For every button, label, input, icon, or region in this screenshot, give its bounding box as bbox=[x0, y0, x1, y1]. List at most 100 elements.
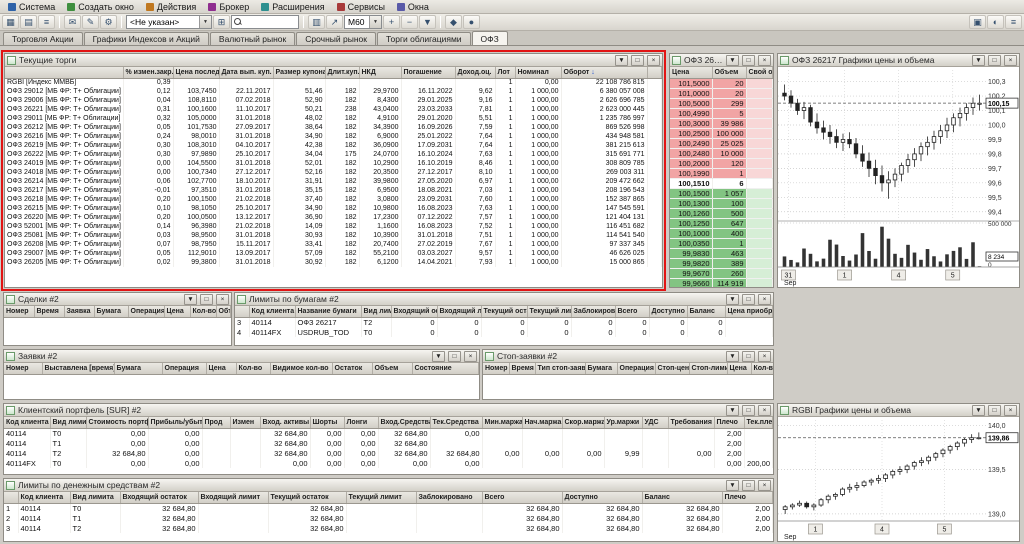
column-header[interactable]: Номинал bbox=[515, 67, 561, 78]
bid-row[interactable]: 100,1260500 bbox=[670, 208, 773, 218]
table-row[interactable]: ОФЗ 26215 [МБ ФР: Т+ Облигации]0,1098,10… bbox=[5, 204, 662, 213]
ask-row[interactable]: 100,2500100 000 bbox=[670, 128, 773, 138]
column-header[interactable]: Текущий лимит bbox=[346, 492, 416, 503]
table-row[interactable]: ОФЗ 25081 [МБ ФР: Т+ Облигации]0,0398,95… bbox=[5, 231, 662, 240]
column-header[interactable]: Видимое кол-во bbox=[270, 363, 332, 374]
column-header[interactable]: % измен.закр. bbox=[123, 67, 173, 78]
layout-icon[interactable]: ▣ bbox=[969, 15, 986, 29]
chart-icon[interactable]: ▥ bbox=[308, 15, 325, 29]
tab-ОФЗ[interactable]: ОФЗ bbox=[472, 31, 508, 45]
column-header[interactable]: Дата вып. куп. bbox=[219, 67, 273, 78]
column-header[interactable]: УДС bbox=[642, 417, 668, 428]
column-header[interactable]: Цена приобретения bbox=[725, 306, 773, 317]
column-header[interactable]: Цена послед. bbox=[173, 67, 219, 78]
column-header[interactable]: Бумага bbox=[114, 363, 162, 374]
column-header[interactable]: Вид лимита bbox=[70, 492, 120, 503]
ask-row[interactable]: 100,248010 000 bbox=[670, 148, 773, 158]
more-icon[interactable]: ≡ bbox=[1005, 15, 1022, 29]
column-header[interactable]: Кол-во bbox=[236, 363, 270, 374]
table-row[interactable]: ОФЗ 26217 [МБ ФР: Т+ Облигации]-0,0197,3… bbox=[5, 186, 662, 195]
column-header[interactable]: Лонги bbox=[344, 417, 378, 428]
column-header[interactable]: Прибыль/убытки bbox=[148, 417, 202, 428]
close-button[interactable]: × bbox=[758, 294, 771, 305]
table-row[interactable]: ОФЗ 26208 [МБ ФР: Т+ Облигации]0,0798,79… bbox=[5, 240, 662, 249]
column-header[interactable]: Бумага bbox=[94, 306, 128, 317]
rgbi-price-chart[interactable]: 140,0139,5139,0139,86145Sep bbox=[778, 417, 1019, 541]
bid-row[interactable]: 100,1300100 bbox=[670, 198, 773, 208]
maximize-button[interactable]: □ bbox=[742, 480, 755, 491]
column-header[interactable]: Остаток bbox=[332, 363, 372, 374]
column-header[interactable]: Длит.куп. bbox=[325, 67, 359, 78]
menu-item-2[interactable]: Создать окно bbox=[61, 0, 140, 13]
maximize-button[interactable]: □ bbox=[742, 294, 755, 305]
column-header[interactable]: Объем bbox=[712, 67, 746, 78]
table-row[interactable]: 40114FXT00,000,000,000,000,000,000,000,0… bbox=[4, 458, 773, 468]
bid-row[interactable]: 99,9660114 919 bbox=[670, 278, 773, 287]
column-header[interactable]: Входящий лимит bbox=[437, 306, 481, 317]
bid-row[interactable]: 100,15001 057 bbox=[670, 188, 773, 198]
table-row[interactable]: ОФЗ 26216 [МБ ФР: Т+ Облигации]0,2498,00… bbox=[5, 132, 662, 141]
column-header[interactable]: Объем bbox=[216, 306, 231, 317]
column-header[interactable]: Цена bbox=[670, 67, 712, 78]
tab-Срочный рынок[interactable]: Срочный рынок bbox=[296, 32, 376, 45]
dock-button[interactable]: ▼ bbox=[184, 294, 197, 305]
column-header[interactable]: Бумага bbox=[585, 363, 617, 374]
column-header[interactable]: Вид лимита bbox=[50, 417, 86, 428]
ask-row[interactable]: 101,000020 bbox=[670, 88, 773, 98]
dock-button[interactable]: ▼ bbox=[972, 55, 985, 66]
bid-row[interactable]: 99,9830463 bbox=[670, 248, 773, 258]
trend-icon[interactable]: ↗ bbox=[326, 15, 343, 29]
close-button[interactable]: × bbox=[647, 55, 660, 66]
dock-button[interactable]: ▼ bbox=[615, 55, 628, 66]
column-header[interactable]: Номер bbox=[483, 363, 509, 374]
column-header[interactable]: Состояние bbox=[412, 363, 479, 374]
panel-titlebar[interactable]: Лимиты по денежным средствам #2 ▼□× bbox=[4, 479, 773, 492]
ofz-chart-area[interactable]: 100,3100,2100,1100,099,999,899,799,699,5… bbox=[778, 67, 1019, 287]
dock-button[interactable]: ▼ bbox=[726, 405, 739, 416]
tab-Валютный рынок[interactable]: Валютный рынок bbox=[210, 32, 295, 45]
column-header[interactable]: Код клиента bbox=[4, 417, 50, 428]
column-header[interactable]: Мин.маржа bbox=[482, 417, 522, 428]
column-header[interactable]: Номер bbox=[4, 363, 42, 374]
column-header[interactable]: Входящий лимит bbox=[198, 492, 268, 503]
column-header[interactable]: Название бумаги bbox=[295, 306, 361, 317]
dock-button[interactable]: ▼ bbox=[432, 351, 445, 362]
table-row[interactable]: 240114T132 684,8032 684,8032 684,8032 68… bbox=[4, 513, 773, 523]
chevron-down-icon[interactable]: ▼ bbox=[199, 16, 211, 28]
column-header[interactable]: Стоп-цена bbox=[655, 363, 689, 374]
column-header[interactable]: Операция bbox=[617, 363, 655, 374]
zoom-in-icon[interactable]: + bbox=[383, 15, 400, 29]
column-header[interactable]: НКД bbox=[359, 67, 401, 78]
maximize-button[interactable]: □ bbox=[631, 55, 644, 66]
column-header[interactable]: Доступно bbox=[649, 306, 687, 317]
table-row[interactable]: ОФЗ 24018 [МБ ФР: Т+ Облигации]0,00100,7… bbox=[5, 168, 662, 177]
column-header[interactable]: Операция bbox=[128, 306, 164, 317]
column-header[interactable] bbox=[5, 67, 123, 78]
panel-titlebar[interactable]: Стоп-заявки #2 ▼□× bbox=[483, 350, 773, 363]
dock-button[interactable]: ▼ bbox=[726, 351, 739, 362]
table-row[interactable]: ОФЗ 29006 [МБ ФР: Т+ Облигации]0,04108,8… bbox=[5, 96, 662, 105]
column-header[interactable]: Входящий остаток bbox=[391, 306, 437, 317]
indicator-icon[interactable]: ◆ bbox=[445, 15, 462, 29]
column-header[interactable]: Тек.Средства bbox=[430, 417, 482, 428]
panel-titlebar[interactable]: Сделки #2 ▼□× bbox=[4, 293, 231, 306]
column-header[interactable]: Лот bbox=[495, 67, 515, 78]
close-button[interactable]: × bbox=[1004, 405, 1017, 416]
column-header[interactable]: Погашение bbox=[401, 67, 455, 78]
column-header[interactable]: Тек.плечо bbox=[744, 417, 773, 428]
column-header[interactable]: Ур.маржи bbox=[604, 417, 642, 428]
column-header[interactable] bbox=[235, 306, 249, 317]
column-header[interactable]: Объем bbox=[372, 363, 412, 374]
column-header[interactable]: Цена bbox=[727, 363, 751, 374]
table-row[interactable]: ОФЗ 26218 [МБ ФР: Т+ Облигации]0,20100,1… bbox=[5, 195, 662, 204]
chart-dropdown-icon[interactable]: ▼ bbox=[419, 15, 436, 29]
table-row[interactable]: ОФЗ 26220 [МБ ФР: Т+ Облигации]0,20100,0… bbox=[5, 213, 662, 222]
dock-button[interactable]: ▼ bbox=[972, 405, 985, 416]
interval-combo[interactable]: M60▼ bbox=[344, 15, 382, 29]
column-header[interactable]: Выставлена [время] bbox=[42, 363, 114, 374]
table-row[interactable]: ОФЗ 26222 [МБ ФР: Т+ Облигации]0,3097,98… bbox=[5, 150, 662, 159]
column-header[interactable]: Операция bbox=[162, 363, 206, 374]
column-header[interactable]: Цена bbox=[164, 306, 190, 317]
bid-row[interactable]: 99,9670260 bbox=[670, 268, 773, 278]
close-button[interactable]: × bbox=[464, 351, 477, 362]
